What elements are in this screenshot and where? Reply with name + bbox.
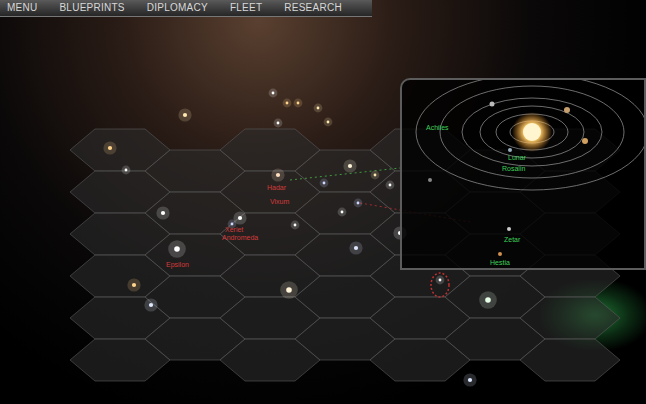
system-label[interactable]: Xeriet	[225, 226, 243, 234]
planet-label[interactable]: Lunar	[508, 154, 526, 162]
game-screen: Hadar Vixum XerietAndromeda Epsilon MENU BLUE…	[0, 0, 646, 404]
planet-label[interactable]: Hestia	[490, 259, 510, 267]
planet-label[interactable]: Rosalin	[502, 165, 525, 173]
system-label[interactable]: Andromeda	[222, 234, 258, 242]
planet-label[interactable]: Zetar	[504, 236, 520, 244]
menu-item[interactable]: BLUEPRINTS	[59, 1, 124, 15]
planet-label[interactable]: Achiles	[426, 124, 449, 132]
menu-bar: MENU BLUEPRINTS DIPLOMACY FLEET RESEARCH	[0, 0, 372, 17]
system-label[interactable]: Hadar	[267, 184, 286, 192]
menu-item[interactable]: MENU	[7, 1, 37, 15]
system-label[interactable]: Epsilon	[166, 261, 189, 269]
system-label[interactable]: Vixum	[270, 198, 289, 206]
menu-item[interactable]: FLEET	[230, 1, 262, 15]
menu-item[interactable]: RESEARCH	[284, 1, 342, 15]
orbit-diagram[interactable]	[402, 80, 646, 270]
system-view-panel: Achiles Lunar Rosalin Zetar Hestia	[400, 78, 646, 270]
menu-item[interactable]: DIPLOMACY	[147, 1, 208, 15]
